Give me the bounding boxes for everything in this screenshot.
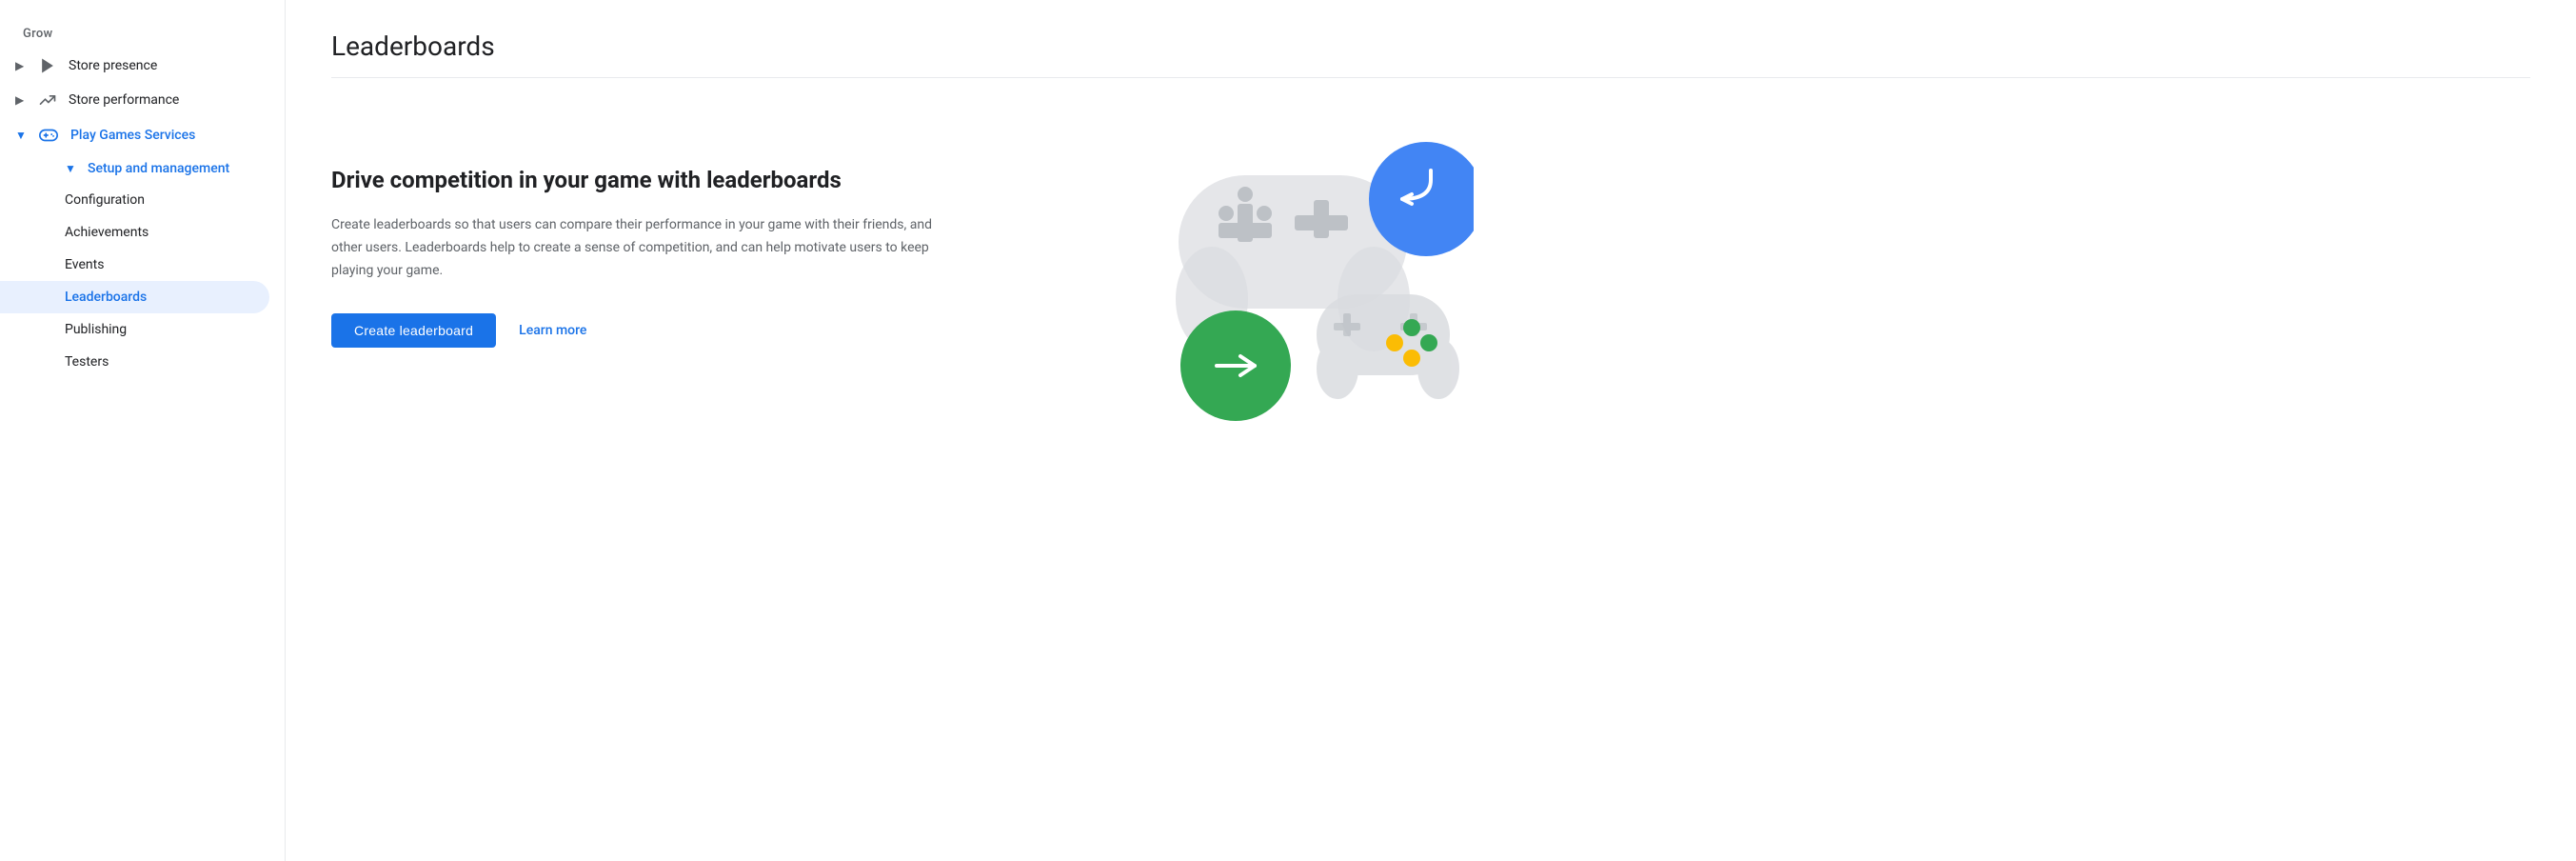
content-area: Drive competition in your game with lead… [331, 109, 1474, 451]
sidebar-item-play-games-services[interactable]: ▼ Play Games Services [0, 117, 269, 153]
main-content: Leaderboards Drive competition in your g… [286, 0, 2576, 861]
sidebar-item-label-store-performance: Store performance [69, 92, 179, 108]
sidebar-sub-section-label: Setup and management [88, 161, 229, 176]
gamepad-icon [38, 125, 59, 146]
sidebar-item-label-play-games-services: Play Games Services [70, 128, 195, 143]
content-description: Create leaderboards so that users can co… [331, 214, 950, 282]
sidebar-item-label-store-presence: Store presence [69, 58, 157, 73]
sidebar-item-store-presence[interactable]: ▶ Store presence [0, 49, 269, 83]
chevron-icon: ▶ [15, 59, 30, 72]
chevron-down-icon-sub: ▼ [65, 162, 80, 175]
sidebar-item-testers[interactable]: Testers [0, 346, 269, 378]
play-icon [38, 56, 57, 75]
sidebar-item-store-performance[interactable]: ▶ Store performance [0, 83, 269, 117]
content-left: Drive competition in your game with lead… [331, 109, 950, 348]
content-heading: Drive competition in your game with lead… [331, 166, 950, 195]
sidebar-item-setup-management[interactable]: ▼ Setup and management [50, 153, 269, 184]
chevron-down-icon: ▼ [15, 129, 30, 142]
chevron-icon: ▶ [15, 93, 30, 107]
trending-icon [38, 90, 57, 110]
sidebar-item-leaderboards[interactable]: Leaderboards [0, 281, 269, 313]
sidebar-item-achievements[interactable]: Achievements [0, 216, 269, 249]
sidebar-item-configuration[interactable]: Configuration [0, 184, 269, 216]
sidebar-item-publishing[interactable]: Publishing [0, 313, 269, 346]
illustration [1131, 90, 1474, 451]
page-divider [331, 77, 2530, 78]
sidebar-item-events[interactable]: Events [0, 249, 269, 281]
action-buttons: Create leaderboard Learn more [331, 313, 950, 348]
create-leaderboard-button[interactable]: Create leaderboard [331, 313, 496, 348]
learn-more-link[interactable]: Learn more [519, 323, 586, 338]
sidebar: Grow ▶ Store presence ▶ Store performanc… [0, 0, 286, 861]
sidebar-section-grow: Grow [0, 19, 285, 49]
page-title: Leaderboards [331, 30, 2530, 62]
